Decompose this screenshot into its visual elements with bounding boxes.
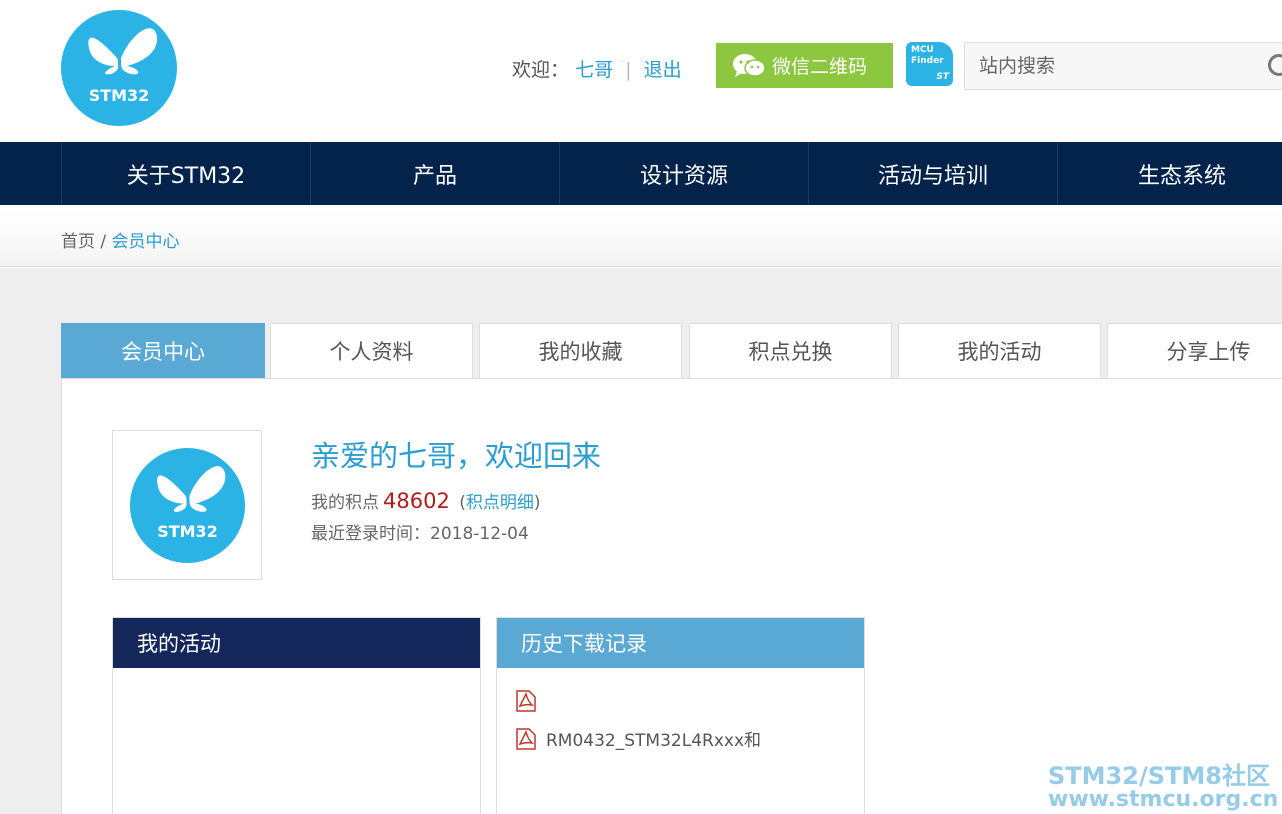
points-line: 我的积点 48602 (积点明细) bbox=[311, 488, 541, 513]
welcome-label: 欢迎： bbox=[512, 59, 570, 81]
avatar: STM32 bbox=[112, 430, 262, 580]
tab-favorites[interactable]: 我的收藏 bbox=[479, 323, 682, 379]
butterfly-icon bbox=[88, 28, 158, 75]
download-history-title: 历史下载记录 bbox=[497, 618, 864, 668]
avatar-logo-text: STM32 bbox=[157, 522, 218, 541]
logout-link[interactable]: 退出 bbox=[644, 59, 682, 81]
points-detail-link[interactable]: 积点明细 bbox=[466, 493, 534, 513]
logo-text: STM32 bbox=[88, 86, 150, 105]
breadcrumb: 首页 / 会员中心 bbox=[61, 227, 180, 252]
site-header: STM32 欢迎： 七哥 | 退出 微信二维码 MCU Finder ST bbox=[0, 0, 1282, 142]
main-nav: 关于STM32 产品 设计资源 活动与培训 生态系统 bbox=[0, 142, 1282, 205]
watermark-line1: STM32/STM8社区 bbox=[1048, 762, 1270, 790]
list-item[interactable] bbox=[516, 690, 546, 712]
list-item[interactable]: RM0432_STM32L4Rxxx和 bbox=[516, 726, 761, 751]
watermark: STM32/STM8社区 www.stmcu.org.cn bbox=[1048, 756, 1278, 812]
pdf-icon bbox=[516, 690, 536, 712]
nav-item-ecosystem[interactable]: 生态系统 bbox=[1057, 142, 1282, 205]
last-login-value: 2018-12-04 bbox=[430, 524, 529, 544]
avatar-logo: STM32 bbox=[130, 448, 245, 563]
tab-points-exchange[interactable]: 积点兑换 bbox=[689, 323, 892, 379]
mcu-finder-line2: Finder bbox=[911, 56, 944, 66]
search-icon[interactable] bbox=[1268, 54, 1282, 76]
nav-item-events-training[interactable]: 活动与培训 bbox=[808, 142, 1057, 205]
tab-my-activities[interactable]: 我的活动 bbox=[898, 323, 1101, 379]
divider: | bbox=[625, 59, 632, 81]
wechat-qr-button[interactable]: 微信二维码 bbox=[716, 43, 893, 88]
welcome-greeting: 亲爱的七哥，欢迎回来 bbox=[311, 439, 602, 473]
welcome-bar: 欢迎： 七哥 | 退出 bbox=[512, 55, 682, 82]
watermark-line2: www.stmcu.org.cn bbox=[1048, 787, 1279, 812]
points-value: 48602 bbox=[383, 489, 450, 513]
wechat-icon bbox=[732, 53, 766, 79]
stm32-logo[interactable]: STM32 bbox=[61, 10, 177, 126]
breadcrumb-home[interactable]: 首页 bbox=[61, 232, 95, 252]
tab-member-center[interactable]: 会员中心 bbox=[61, 323, 265, 379]
st-brand: ST bbox=[936, 72, 949, 82]
breadcrumb-separator: / bbox=[100, 232, 107, 252]
last-login: 最近登录时间：2018-12-04 bbox=[311, 519, 529, 544]
my-activities-title: 我的活动 bbox=[113, 618, 480, 668]
tab-share-upload[interactable]: 分享上传 bbox=[1107, 323, 1282, 379]
breadcrumb-current[interactable]: 会员中心 bbox=[112, 232, 180, 252]
tab-profile[interactable]: 个人资料 bbox=[270, 323, 473, 379]
mcu-finder-icon[interactable]: MCU Finder ST bbox=[906, 42, 953, 86]
download-history-box: 历史下载记录 RM0432_STM32L4Rxxx和 bbox=[496, 617, 865, 814]
site-search bbox=[964, 42, 1282, 90]
wechat-button-label: 微信二维码 bbox=[772, 56, 868, 78]
nav-item-products[interactable]: 产品 bbox=[310, 142, 559, 205]
pdf-icon bbox=[516, 727, 536, 750]
points-detail-close: ) bbox=[533, 493, 541, 513]
mcu-finder-line1: MCU bbox=[911, 45, 934, 55]
breadcrumb-bar: 首页 / 会员中心 bbox=[0, 205, 1282, 267]
search-input[interactable] bbox=[965, 43, 1255, 89]
last-login-label: 最近登录时间： bbox=[311, 524, 430, 544]
download-item-name[interactable]: RM0432_STM32L4Rxxx和 bbox=[546, 726, 761, 751]
my-activities-box: 我的活动 bbox=[112, 617, 481, 814]
nav-item-design-resources[interactable]: 设计资源 bbox=[559, 142, 808, 205]
points-label: 我的积点 bbox=[311, 493, 379, 513]
points-detail-open: ( bbox=[459, 493, 466, 513]
butterfly-icon bbox=[157, 466, 226, 512]
nav-item-about[interactable]: 关于STM32 bbox=[61, 142, 310, 205]
username-link[interactable]: 七哥 bbox=[575, 59, 613, 81]
